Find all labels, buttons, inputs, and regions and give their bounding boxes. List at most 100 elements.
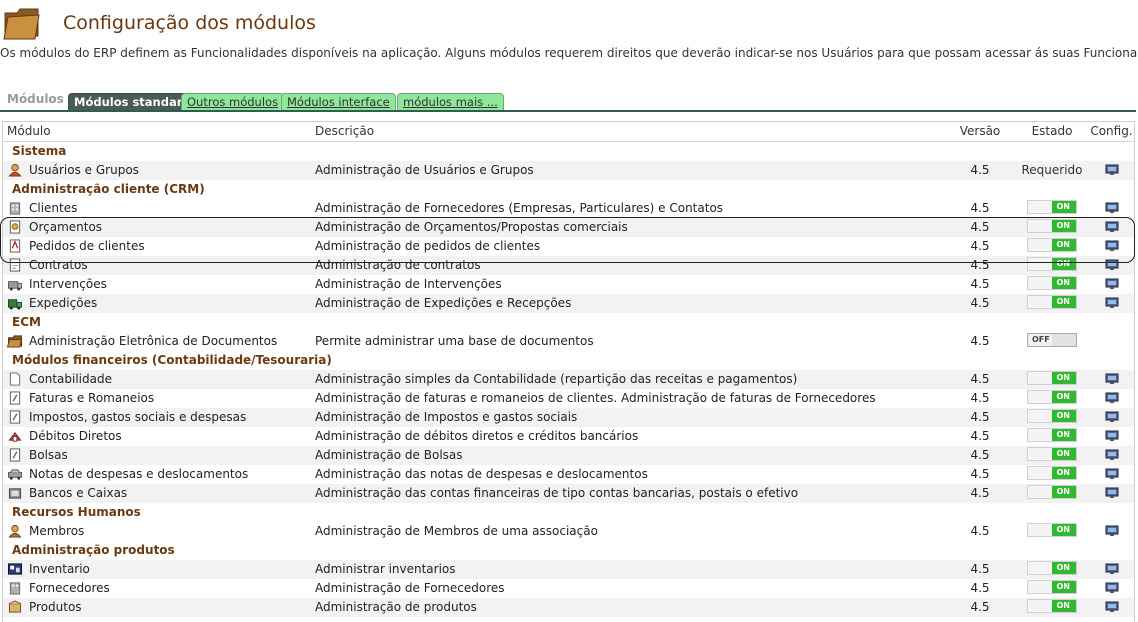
module-toggle[interactable]: ON <box>1027 238 1077 252</box>
module-config <box>1089 484 1134 503</box>
module-config <box>1089 332 1134 351</box>
module-config <box>1089 427 1134 446</box>
tab-modulos-standard[interactable]: Módulos standard <box>68 93 197 111</box>
module-config <box>1089 218 1134 237</box>
module-cell: Débitos Diretos <box>3 427 309 446</box>
folder-icon <box>3 8 40 40</box>
config-icon[interactable] <box>1104 278 1120 290</box>
module-state: Requerido <box>1015 161 1089 180</box>
module-config <box>1089 161 1134 180</box>
group-row: Administração cliente (CRM) <box>3 180 1134 199</box>
config-icon[interactable] <box>1104 582 1120 594</box>
config-icon[interactable] <box>1104 601 1120 613</box>
module-state: ON <box>1015 389 1089 408</box>
tab-modulos-interface[interactable]: Módulos interface <box>281 93 396 111</box>
module-name: Clientes <box>29 201 78 215</box>
config-icon[interactable] <box>1104 240 1120 252</box>
bank-icon <box>8 488 22 499</box>
config-icon[interactable] <box>1104 373 1120 385</box>
module-state: ON <box>1015 465 1089 484</box>
tabs-divider <box>0 110 1136 112</box>
module-toggle[interactable]: ON <box>1027 523 1077 537</box>
module-toggle[interactable]: ON <box>1027 466 1077 480</box>
module-toggle[interactable]: ON <box>1027 257 1077 271</box>
config-icon[interactable] <box>1104 164 1120 176</box>
config-icon[interactable] <box>1104 202 1120 214</box>
table-row: Bancos e Caixas Administração das contas … <box>3 484 1134 503</box>
module-toggle[interactable]: ON <box>1027 599 1077 613</box>
module-toggle[interactable]: ON <box>1027 428 1077 442</box>
config-icon[interactable] <box>1104 449 1120 461</box>
module-toggle[interactable]: ON <box>1027 371 1077 385</box>
module-toggle[interactable]: OFF <box>1027 333 1077 347</box>
config-icon[interactable] <box>1104 221 1120 233</box>
module-version: 4.5 <box>945 294 1015 313</box>
module-name: Faturas e Romaneios <box>29 391 155 405</box>
truck-icon <box>8 299 22 310</box>
module-toggle[interactable]: ON <box>1027 447 1077 461</box>
module-config <box>1089 560 1134 579</box>
module-version: 4.5 <box>945 560 1015 579</box>
module-description: Administração de pedidos de clientes <box>309 237 945 256</box>
module-description: Administração das contas financeiras de … <box>309 484 945 503</box>
module-version: 4.5 <box>945 332 1015 351</box>
tab-modulos-mais[interactable]: módulos mais ... <box>397 93 504 111</box>
module-description: Administração de faturas e romaneios de … <box>309 389 945 408</box>
table-row: Bolsas Administração de Bolsas 4.5 ON <box>3 446 1134 465</box>
table-row: Inventario Administrar inventarios 4.5 ON <box>3 560 1134 579</box>
table-row: Administração Eletrônica de Documentos Pe… <box>3 332 1134 351</box>
module-toggle[interactable]: ON <box>1027 390 1077 404</box>
tabs-label: Módulos <box>7 92 64 106</box>
module-toggle[interactable]: ON <box>1027 295 1077 309</box>
order-icon <box>9 239 21 253</box>
config-icon[interactable] <box>1104 392 1120 404</box>
config-icon[interactable] <box>1104 430 1120 442</box>
modules-table: Módulo Descrição Versão Estado Config. S… <box>3 122 1134 617</box>
module-version: 4.5 <box>945 522 1015 541</box>
module-config <box>1089 408 1134 427</box>
module-toggle[interactable]: ON <box>1027 561 1077 575</box>
page-header: Configuração dos módulos <box>0 0 1138 46</box>
module-cell: Contabilidade <box>3 370 309 389</box>
member-icon <box>8 524 22 538</box>
module-state: ON <box>1015 256 1089 275</box>
table-row: Faturas e Romaneios Administração de fatu… <box>3 389 1134 408</box>
module-state: ON <box>1015 218 1089 237</box>
module-config <box>1089 389 1134 408</box>
group-row: Recursos Humanos <box>3 503 1134 522</box>
module-state: ON <box>1015 522 1089 541</box>
module-toggle[interactable]: ON <box>1027 409 1077 423</box>
intervention-icon <box>7 281 22 291</box>
module-toggle[interactable]: ON <box>1027 219 1077 233</box>
config-icon[interactable] <box>1104 487 1120 499</box>
module-description: Administração de Fornecedores <box>309 579 945 598</box>
module-name: Orçamentos <box>29 220 103 234</box>
module-name: Membros <box>29 524 85 538</box>
config-icon[interactable] <box>1104 525 1120 537</box>
module-toggle[interactable]: ON <box>1027 276 1077 290</box>
debit-icon <box>8 431 22 442</box>
config-icon[interactable] <box>1104 563 1120 575</box>
config-icon[interactable] <box>1104 468 1120 480</box>
group-label: Administração produtos <box>3 541 1134 560</box>
config-icon[interactable] <box>1104 259 1120 271</box>
module-state: ON <box>1015 370 1089 389</box>
module-name: Administração Eletrônica de Documentos <box>29 334 278 348</box>
module-toggle[interactable]: ON <box>1027 580 1077 594</box>
module-cell: Bolsas <box>3 446 309 465</box>
module-tabs: Módulos Módulos standard Outros módulos … <box>0 90 1138 112</box>
config-icon[interactable] <box>1104 411 1120 423</box>
group-row: Módulos financeiros (Contabilidade/Tesou… <box>3 351 1134 370</box>
module-description: Administração de produtos <box>309 598 945 617</box>
config-icon[interactable] <box>1104 297 1120 309</box>
module-toggle[interactable]: ON <box>1027 200 1077 214</box>
module-toggle[interactable]: ON <box>1027 485 1077 499</box>
group-row: Sistema <box>3 141 1134 161</box>
col-version: Versão <box>945 122 1015 142</box>
module-version: 4.5 <box>945 275 1015 294</box>
module-state: ON <box>1015 484 1089 503</box>
module-version: 4.5 <box>945 256 1015 275</box>
module-cell: Impostos, gastos sociais e despesas <box>3 408 309 427</box>
module-name: Notas de despesas e deslocamentos <box>29 467 249 481</box>
tab-outros-modulos[interactable]: Outros módulos <box>181 93 285 111</box>
